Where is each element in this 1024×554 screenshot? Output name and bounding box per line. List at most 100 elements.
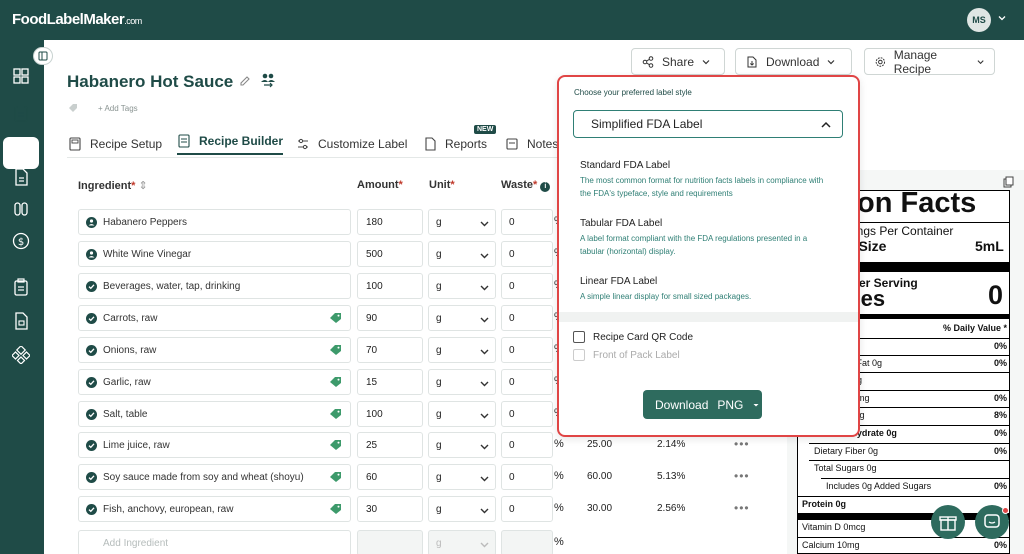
unit-select[interactable]: g: [428, 432, 496, 458]
document-icon[interactable]: [11, 167, 31, 187]
tab-recipe-setup[interactable]: Recipe Setup: [68, 131, 162, 157]
label-style-select[interactable]: Simplified FDA Label: [573, 110, 843, 138]
waste-input[interactable]: 0: [501, 464, 553, 490]
ingredient-field[interactable]: Beverages, water, tap, drinking: [78, 273, 351, 299]
waste-input[interactable]: 0: [501, 369, 553, 395]
waste-input[interactable]: 0: [501, 241, 553, 267]
edit-icon[interactable]: [238, 74, 252, 88]
option-linear-fda[interactable]: Linear FDA Label: [580, 276, 657, 287]
unit-select[interactable]: g: [428, 401, 496, 427]
add-ingredient-input[interactable]: Add Ingredient: [78, 530, 351, 554]
avatar[interactable]: MS: [967, 8, 991, 32]
allergen-tag-icon[interactable]: [329, 376, 343, 391]
allergen-tag-icon[interactable]: [329, 471, 343, 486]
tab-label: Customize Label: [318, 137, 408, 151]
qr-code-checkbox[interactable]: [573, 331, 585, 343]
calories-value: 0: [988, 280, 1004, 310]
row-menu-button[interactable]: •••: [734, 501, 750, 515]
tab-recipe-builder[interactable]: Recipe Builder: [177, 129, 284, 155]
unit-select[interactable]: g: [428, 241, 496, 267]
download-png-button[interactable]: Download PNG: [643, 390, 762, 419]
notes-icon: [506, 138, 518, 150]
amount-input[interactable]: 15: [357, 369, 423, 395]
copy-icon[interactable]: [1003, 176, 1015, 188]
clipboard-icon[interactable]: [11, 277, 31, 297]
option-tabular-fda[interactable]: Tabular FDA Label: [580, 218, 662, 229]
sort-icon[interactable]: ⇕: [139, 180, 148, 192]
report-icon[interactable]: [11, 311, 31, 331]
front-pack-checkbox[interactable]: [573, 349, 585, 361]
header-amount: Amount*: [357, 179, 403, 191]
sidebar-collapse-button[interactable]: [33, 47, 53, 65]
unit-select[interactable]: g: [428, 369, 496, 395]
logo[interactable]: FoodLabelMaker.com: [12, 11, 142, 28]
ingredient-field[interactable]: Garlic, raw: [78, 369, 351, 395]
unit-select[interactable]: g: [428, 273, 496, 299]
gift-button[interactable]: [931, 505, 965, 539]
ingredients-icon[interactable]: [11, 199, 31, 219]
amount-input[interactable]: 500: [357, 241, 423, 267]
nutrient-name: Vitamin D 0mcg: [802, 522, 866, 532]
option-standard-desc: The most common format for nutrition fac…: [580, 176, 824, 198]
add-tags-link[interactable]: + Add Tags: [98, 104, 138, 113]
allergen-tag-icon[interactable]: [329, 312, 343, 327]
share-button[interactable]: Share: [631, 48, 725, 75]
ingredient-field[interactable]: Habanero Peppers: [78, 209, 351, 235]
percent-sign: %: [554, 438, 564, 450]
allergen-tag-icon[interactable]: [329, 344, 343, 359]
waste-input[interactable]: 0: [501, 401, 553, 427]
amount-input[interactable]: 180: [357, 209, 423, 235]
ingredient-field[interactable]: Lime juice, raw: [78, 432, 351, 458]
allergen-tag-icon[interactable]: [329, 439, 343, 454]
row-menu-button[interactable]: •••: [734, 437, 750, 451]
unit-select[interactable]: g: [428, 305, 496, 331]
amount-input[interactable]: 90: [357, 305, 423, 331]
custom-ingredient-icon: [86, 217, 97, 231]
amount-input[interactable]: 25: [357, 432, 423, 458]
share-label: Share: [662, 54, 695, 69]
amount-input[interactable]: 30: [357, 496, 423, 522]
sliders-icon: [298, 138, 308, 150]
waste-input[interactable]: 0: [501, 337, 553, 363]
unit-select[interactable]: g: [428, 496, 496, 522]
tab-notes[interactable]: Notes: [505, 131, 558, 157]
integrations-icon[interactable]: [11, 345, 31, 365]
tab-customize-label[interactable]: Customize Label: [296, 131, 407, 157]
percent-sign: %: [554, 502, 564, 514]
amount-input[interactable]: 100: [357, 273, 423, 299]
amount-input[interactable]: 100: [357, 401, 423, 427]
amount-input[interactable]: 60: [357, 464, 423, 490]
unit-select[interactable]: g: [428, 337, 496, 363]
waste-input[interactable]: 0: [501, 209, 553, 235]
ingredient-field[interactable]: Salt, table: [78, 401, 351, 427]
ingredient-field[interactable]: Onions, raw: [78, 337, 351, 363]
list-icon[interactable]: [11, 135, 31, 155]
ingredient-field[interactable]: Carrots, raw: [78, 305, 351, 331]
share-users-icon[interactable]: [260, 72, 276, 88]
waste-input[interactable]: 0: [501, 273, 553, 299]
ingredient-field[interactable]: Soy sauce made from soy and wheat (shoyu…: [78, 464, 351, 490]
nutrient-name: Dietary Fiber 0g: [814, 446, 879, 456]
amount-input[interactable]: 70: [357, 337, 423, 363]
dashboard-icon[interactable]: [11, 66, 31, 86]
waste-input[interactable]: 0: [501, 496, 553, 522]
chevron-down-icon[interactable]: [998, 14, 1006, 22]
manage-recipe-button[interactable]: Manage Recipe: [864, 48, 995, 76]
ingredient-field[interactable]: Fish, anchovy, european, raw: [78, 496, 351, 522]
waste-input[interactable]: 0: [501, 432, 553, 458]
waste-input[interactable]: 0: [501, 305, 553, 331]
collapse-icon: [38, 51, 48, 61]
unit-select[interactable]: g: [428, 209, 496, 235]
cost-icon[interactable]: $: [11, 231, 31, 251]
tab-reports[interactable]: Reports: [423, 131, 487, 157]
unit-select[interactable]: g: [428, 464, 496, 490]
allergen-tag-icon[interactable]: [329, 408, 343, 423]
download-button[interactable]: Download: [735, 48, 852, 75]
ingredient-field[interactable]: White Wine Vinegar: [78, 241, 351, 267]
allergen-tag-icon[interactable]: [329, 503, 343, 518]
option-standard-fda[interactable]: Standard FDA Label: [580, 160, 670, 171]
recipe-clipboard-icon[interactable]: [11, 103, 31, 123]
info-icon[interactable]: i: [540, 182, 551, 192]
header-ingredient[interactable]: Ingredient* ⇕: [78, 179, 148, 192]
row-menu-button[interactable]: •••: [734, 469, 750, 483]
